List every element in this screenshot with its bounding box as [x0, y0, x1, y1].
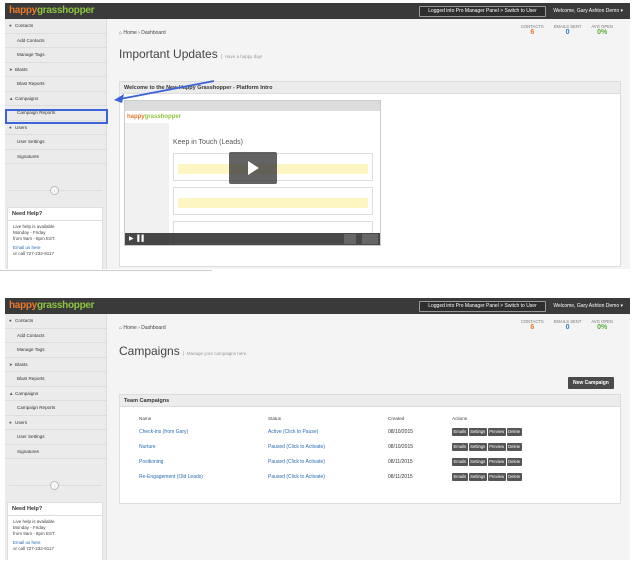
help-title: Need Help? — [8, 503, 102, 516]
sidebar-item-manage-tags[interactable]: Manage Tags — [5, 343, 106, 358]
delete-button[interactable]: Delete — [506, 473, 522, 481]
preview-button[interactable]: Preview — [487, 458, 506, 466]
annotation-arrow — [114, 80, 215, 103]
user-menu[interactable]: Welcome, Gary Ashton Demo ▾ — [553, 303, 623, 309]
created-date: 08/11/2015 — [388, 474, 413, 480]
status-toggle[interactable]: Active (Click to Pause) — [268, 425, 318, 440]
collapse-sidebar-button[interactable]: ‹ — [50, 481, 59, 490]
table-header: Name Status Created Actions — [139, 416, 468, 421]
created-date: 08/11/2015 — [388, 459, 413, 465]
sidebar-item-campaigns[interactable]: ▲ Campaigns — [5, 387, 106, 401]
dashboard-screenshot: happygrasshopper Logged into Pro Manager… — [5, 3, 630, 269]
preview-button[interactable]: Preview — [487, 428, 506, 436]
app-logo[interactable]: happygrasshopper — [9, 300, 95, 311]
campaign-name-link[interactable]: Positioning — [139, 455, 163, 470]
preview-button[interactable]: Preview — [487, 443, 506, 451]
sidebar-item-blasts[interactable]: ➤ Blasts — [5, 358, 106, 372]
team-campaigns-panel: Team Campaigns Name Status Created Actio… — [119, 394, 621, 504]
table-row: Re-Engagement (Old Leads) Paused (Click … — [120, 470, 622, 485]
preview-button[interactable]: Preview — [487, 473, 506, 481]
divider — [0, 270, 212, 271]
table-row: Nurture Paused (Click to Activate) 08/10… — [120, 440, 622, 455]
settings-button[interactable]: Settings — [468, 443, 487, 451]
sidebar: ● Contacts Add Contacts Manage Tags ➤ Blas… — [5, 314, 107, 560]
emails-button[interactable]: Emails — [452, 473, 468, 481]
delete-button[interactable]: Delete — [506, 443, 522, 451]
page-title: Campaigns Manage your campaigns here. — [119, 344, 248, 358]
delete-button[interactable]: Delete — [506, 428, 522, 436]
campaign-name-link[interactable]: Re-Engagement (Old Leads) — [139, 470, 203, 485]
sidebar-item-user-settings[interactable]: User Settings — [5, 430, 106, 445]
campaigns-table: Name Status Created Actions Check-ins (f… — [120, 413, 622, 485]
stats: CONTACTS 6 EMAILS SENT 0 AVG OPEN 0% — [520, 319, 613, 331]
table-row: Positioning Paused (Click to Activate) 0… — [120, 455, 622, 470]
sidebar-item-contacts[interactable]: ● Contacts — [5, 314, 106, 329]
campaign-name-link[interactable]: Nurture — [139, 440, 156, 455]
table-row: Check-ins (from Gary) Active (Click to P… — [120, 425, 622, 440]
status-toggle[interactable]: Paused (Click to Activate) — [268, 455, 325, 470]
sidebar-item-campaign-reports[interactable]: Campaign Reports — [5, 401, 106, 416]
home-icon: ⌂ — [119, 325, 123, 331]
emails-sent-count: 0 — [565, 324, 570, 331]
contacts-count: 6 — [530, 324, 535, 331]
panel-title: Team Campaigns — [120, 395, 620, 407]
emails-button[interactable]: Emails — [452, 458, 468, 466]
campaign-name-link[interactable]: Check-ins (from Gary) — [139, 425, 188, 440]
help-box: Need Help? Live help is available Monday… — [7, 502, 103, 560]
created-date: 08/10/2015 — [388, 444, 414, 450]
avg-open-rate: 0% — [597, 324, 608, 331]
page-subtitle: Manage your campaigns here. — [182, 351, 248, 356]
phone-text: or call 727-232-9117 — [13, 546, 54, 551]
switch-to-user-button[interactable]: Logged into Pro Manager Panel > Switch t… — [419, 301, 546, 312]
sidebar-item-add-contacts[interactable]: Add Contacts — [5, 329, 106, 343]
status-toggle[interactable]: Paused (Click to Activate) — [268, 440, 325, 455]
top-bar: happygrasshopper Logged into Pro Manager… — [5, 298, 630, 314]
settings-button[interactable]: Settings — [468, 458, 487, 466]
emails-button[interactable]: Emails — [452, 443, 468, 451]
emails-button[interactable]: Emails — [452, 428, 468, 436]
breadcrumb[interactable]: ⌂ Home › Dashboard — [119, 325, 166, 331]
new-campaign-button[interactable]: New Campaign — [568, 377, 614, 389]
campaigns-screenshot: happygrasshopper Logged into Pro Manager… — [5, 298, 630, 560]
sidebar-item-users[interactable]: ● Users — [5, 416, 106, 430]
sidebar-item-signatures[interactable]: Signatures — [5, 445, 106, 459]
delete-button[interactable]: Delete — [506, 458, 522, 466]
settings-button[interactable]: Settings — [468, 428, 487, 436]
status-toggle[interactable]: Paused (Click to Activate) — [268, 470, 325, 485]
created-date: 08/10/2015 — [388, 429, 414, 435]
settings-button[interactable]: Settings — [468, 473, 487, 481]
sidebar-item-blast-reports[interactable]: Blast Reports — [5, 372, 106, 387]
